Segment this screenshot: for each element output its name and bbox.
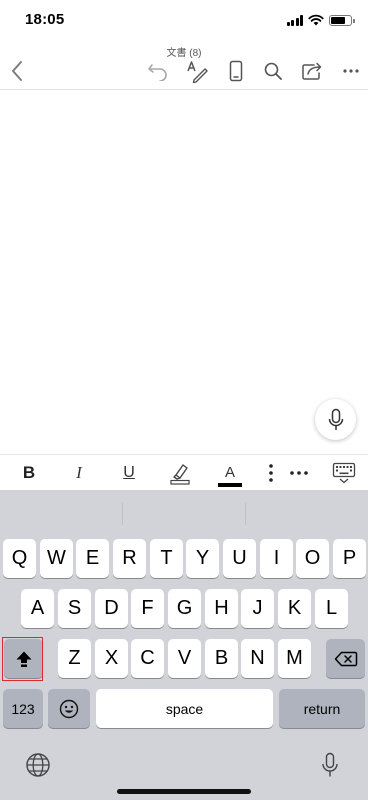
key-a[interactable]: A (21, 589, 54, 628)
share-icon (302, 62, 322, 80)
key-u[interactable]: U (223, 539, 256, 578)
back-button[interactable] (2, 56, 32, 86)
emoji-icon (59, 699, 79, 718)
key-j[interactable]: J (241, 589, 274, 628)
key-k[interactable]: K (278, 589, 311, 628)
status-bar: 18:05 (0, 0, 368, 40)
font-color-swatch (218, 482, 242, 487)
italic-button[interactable]: I (68, 455, 90, 491)
key-b[interactable]: B (205, 639, 238, 678)
battery-icon (329, 14, 355, 26)
globe-icon (26, 753, 50, 777)
key-p[interactable]: P (333, 539, 366, 578)
phone-layout-icon (229, 60, 243, 82)
emoji-key[interactable] (48, 689, 90, 728)
key-n[interactable]: N (241, 639, 274, 678)
key-v[interactable]: V (168, 639, 201, 678)
suggestion-divider (122, 503, 123, 525)
microphone-icon (328, 408, 343, 430)
key-l[interactable]: L (315, 589, 348, 628)
highlighter-icon (170, 464, 190, 485)
shift-key-highlight (2, 637, 43, 681)
more-format-button[interactable] (287, 455, 311, 491)
key-x[interactable]: X (95, 639, 128, 678)
key-g[interactable]: G (168, 589, 201, 628)
more-icon (290, 471, 308, 475)
key-w[interactable]: W (40, 539, 73, 578)
undo-button[interactable] (143, 56, 173, 86)
pen-edit-icon (187, 61, 208, 83)
status-icons (286, 14, 355, 26)
key-c[interactable]: C (131, 639, 164, 678)
microphone-icon (322, 752, 338, 777)
bold-button[interactable]: B (18, 455, 40, 491)
home-indicator (117, 789, 251, 794)
numbers-key[interactable]: 123 (3, 689, 43, 728)
key-y[interactable]: Y (186, 539, 219, 578)
font-color-letter: A (224, 463, 235, 481)
more-icon (343, 69, 359, 73)
wifi-icon (308, 14, 324, 26)
key-r[interactable]: R (113, 539, 146, 578)
keyboard-dictation-button[interactable] (318, 751, 342, 779)
document-canvas[interactable] (0, 90, 368, 454)
key-f[interactable]: F (131, 589, 164, 628)
key-o[interactable]: O (296, 539, 329, 578)
font-color-button[interactable]: A (216, 455, 244, 491)
key-t[interactable]: T (150, 539, 183, 578)
share-button[interactable] (297, 56, 327, 86)
search-icon (264, 62, 282, 80)
key-z[interactable]: Z (58, 639, 91, 678)
undo-icon (148, 64, 167, 81)
keyboard-dismiss-icon (332, 462, 356, 484)
globe-button[interactable] (24, 751, 52, 779)
screen: 18:05 文書 (8) B I U A Q W E R T Y U I O P… (0, 0, 368, 800)
mobile-view-button[interactable] (221, 56, 251, 86)
underline-button[interactable]: U (118, 455, 140, 491)
on-screen-keyboard: Q W E R T Y U I O P A S D F G H J K L Z … (0, 490, 368, 800)
delete-key[interactable] (326, 639, 365, 678)
key-h[interactable]: H (205, 589, 238, 628)
search-button[interactable] (258, 56, 288, 86)
key-e[interactable]: E (76, 539, 109, 578)
key-m[interactable]: M (278, 639, 311, 678)
key-d[interactable]: D (95, 589, 128, 628)
hide-keyboard-button[interactable] (330, 455, 358, 491)
battery-fill (331, 16, 346, 24)
top-toolbar (0, 56, 368, 86)
return-key[interactable]: return (279, 689, 365, 728)
draw-edit-button[interactable] (182, 56, 212, 86)
key-i[interactable]: I (260, 539, 293, 578)
format-options-button[interactable] (264, 455, 278, 491)
space-key[interactable]: space (96, 689, 273, 728)
status-time: 18:05 (25, 11, 65, 28)
more-options-button[interactable] (336, 56, 366, 86)
vertical-more-icon (269, 464, 273, 482)
key-q[interactable]: Q (3, 539, 36, 578)
highlight-button[interactable] (166, 455, 194, 491)
dictation-button[interactable] (315, 399, 356, 440)
cellular-signal-icon (286, 14, 303, 26)
backspace-icon (334, 651, 357, 666)
suggestion-divider (245, 503, 246, 525)
back-chevron-icon (12, 61, 22, 81)
format-toolbar: B I U A (0, 454, 368, 490)
key-s[interactable]: S (58, 589, 91, 628)
